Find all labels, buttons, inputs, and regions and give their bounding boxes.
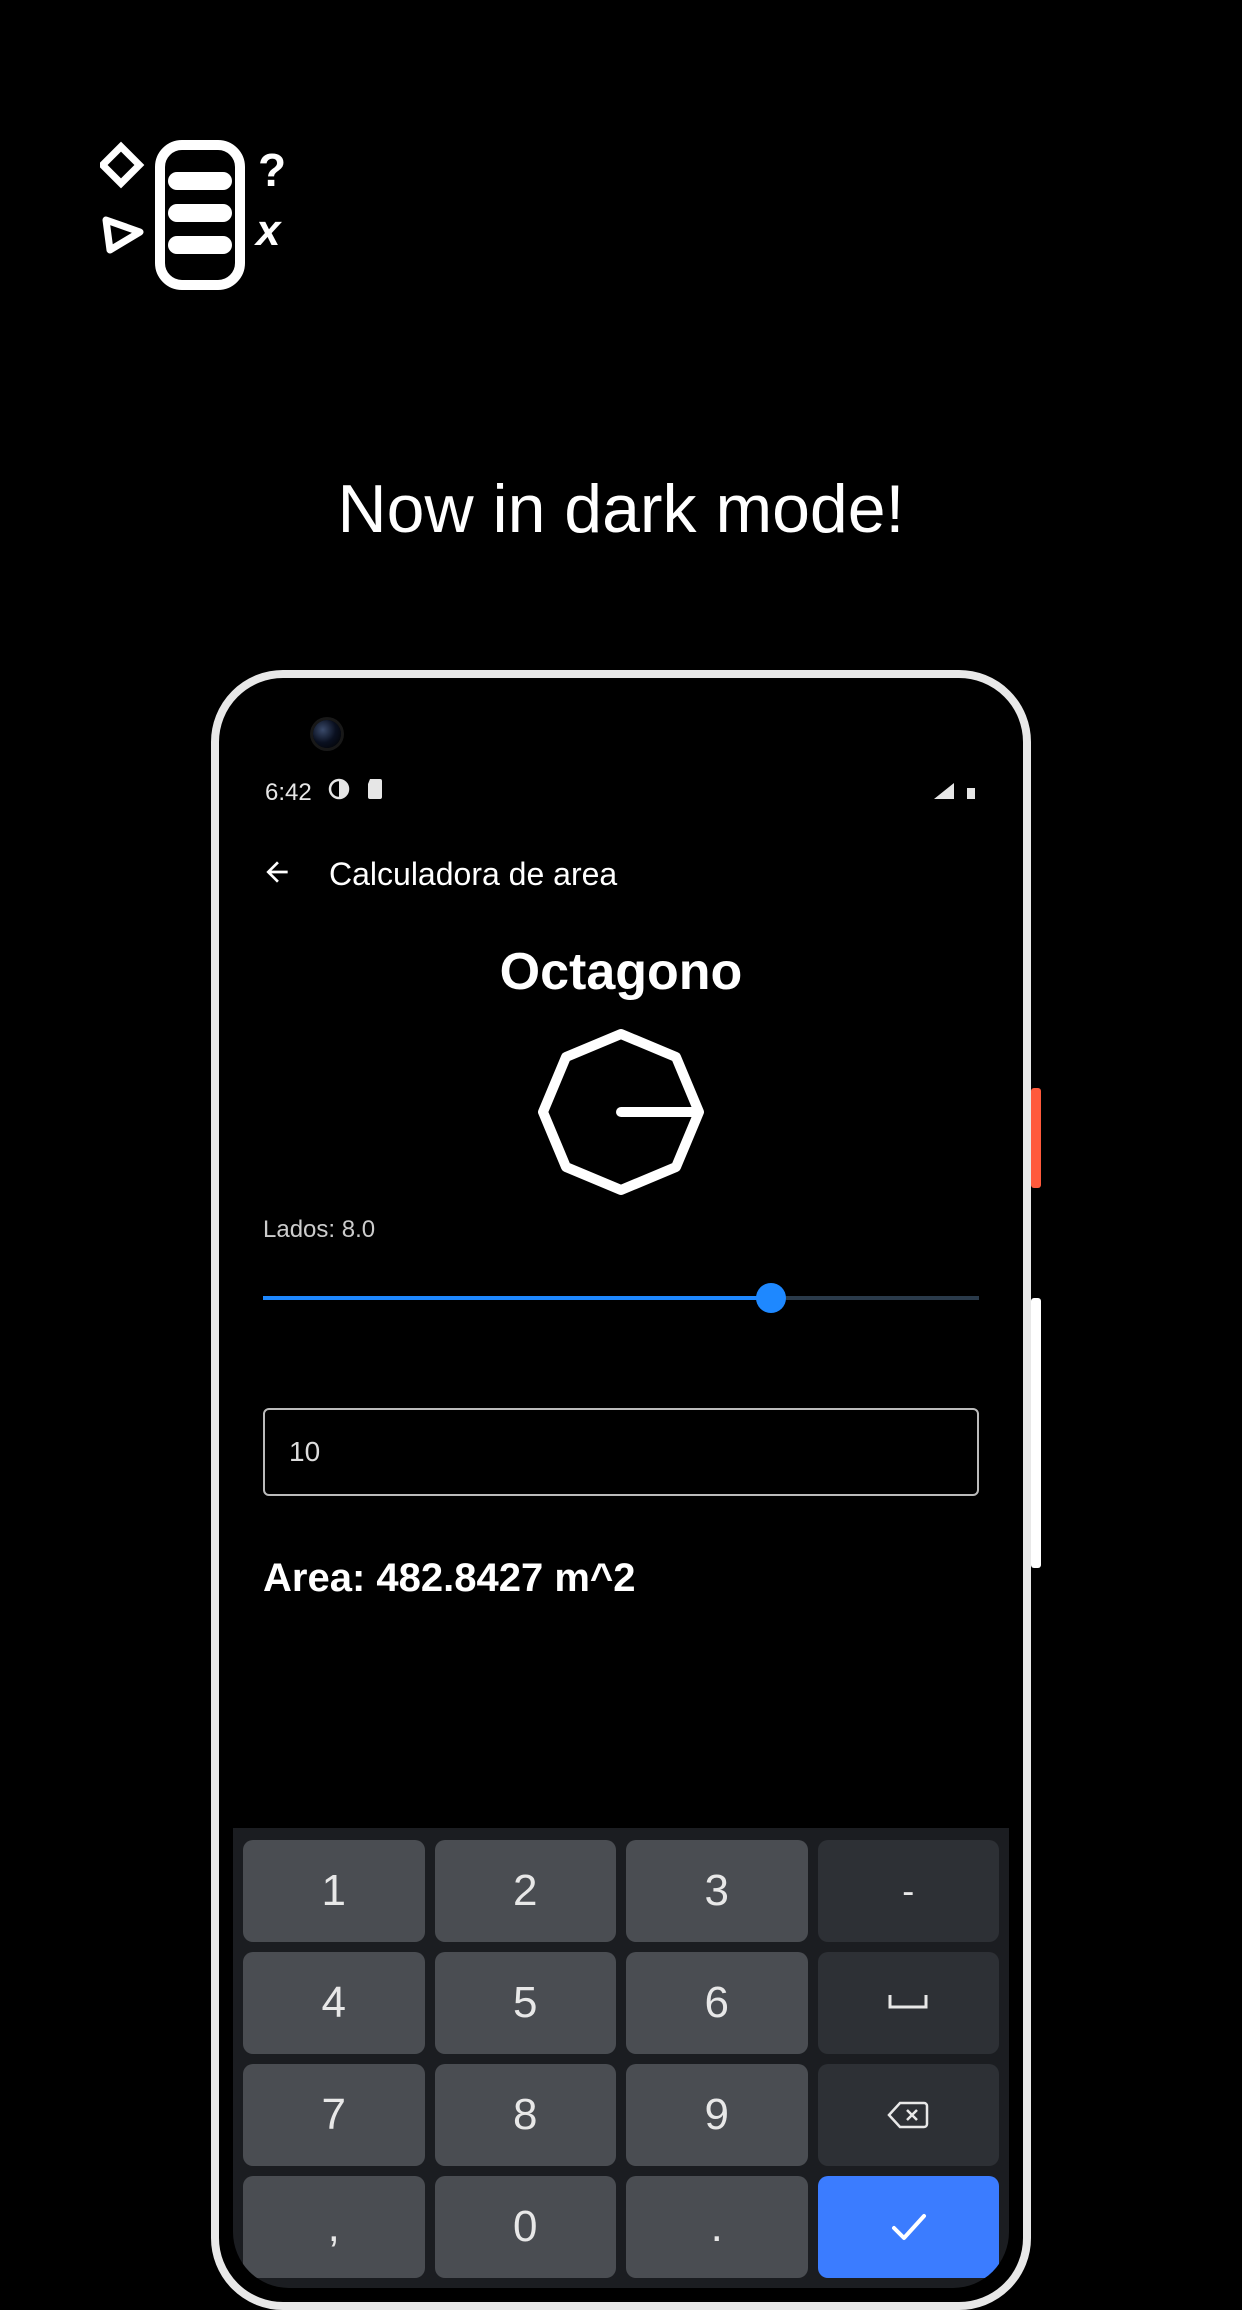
slider-fill: [263, 1296, 771, 1300]
sd-card-icon: [366, 778, 384, 807]
app-logo-icon: ? x: [100, 140, 290, 295]
content-area: Octagono Lados: 8.0 10 Area: 482.8427 m^…: [233, 932, 1009, 1601]
back-button[interactable]: [261, 856, 293, 893]
key-2[interactable]: 2: [435, 1840, 617, 1942]
key-1[interactable]: 1: [243, 1840, 425, 1942]
shape-name: Octagono: [263, 942, 979, 1002]
numeric-keyboard: 1 2 3 - 4 5 6 7 8 9: [233, 1828, 1009, 2288]
key-enter[interactable]: [818, 2176, 1000, 2278]
slider-thumb[interactable]: [756, 1283, 786, 1313]
phone-frame: 6:42 Calculadora de are: [211, 670, 1031, 2310]
key-minus[interactable]: -: [818, 1840, 1000, 1942]
phone-screen: 6:42 Calculadora de are: [233, 692, 1009, 2288]
battery-icon: [965, 779, 977, 807]
key-4[interactable]: 4: [243, 1952, 425, 2054]
key-comma[interactable]: ,: [243, 2176, 425, 2278]
key-period[interactable]: .: [626, 2176, 808, 2278]
key-9[interactable]: 9: [626, 2064, 808, 2166]
key-5[interactable]: 5: [435, 1952, 617, 2054]
phone-volume-button: [1031, 1298, 1041, 1568]
sides-slider[interactable]: [263, 1278, 979, 1318]
side-length-input[interactable]: 10: [263, 1408, 979, 1496]
key-8[interactable]: 8: [435, 2064, 617, 2166]
key-6[interactable]: 6: [626, 1952, 808, 2054]
status-time: 6:42: [265, 779, 312, 807]
do-not-disturb-icon: [328, 778, 350, 807]
signal-icon: [933, 779, 955, 807]
area-result: Area: 482.8427 m^2: [263, 1556, 979, 1601]
app-bar: Calculadora de area: [233, 842, 1009, 907]
key-backspace[interactable]: [818, 2064, 1000, 2166]
key-3[interactable]: 3: [626, 1840, 808, 1942]
status-bar: 6:42: [233, 778, 1009, 807]
sides-label: Lados: 8.0: [263, 1216, 979, 1244]
camera-cutout: [313, 720, 341, 748]
app-title: Calculadora de area: [329, 856, 617, 893]
key-7[interactable]: 7: [243, 2064, 425, 2166]
key-0[interactable]: 0: [435, 2176, 617, 2278]
key-space[interactable]: [818, 1952, 1000, 2054]
phone-power-button: [1031, 1088, 1041, 1188]
svg-text:?: ?: [258, 144, 286, 196]
headline-text: Now in dark mode!: [0, 470, 1242, 548]
octagon-icon: [263, 1022, 979, 1202]
svg-text:x: x: [254, 206, 282, 255]
